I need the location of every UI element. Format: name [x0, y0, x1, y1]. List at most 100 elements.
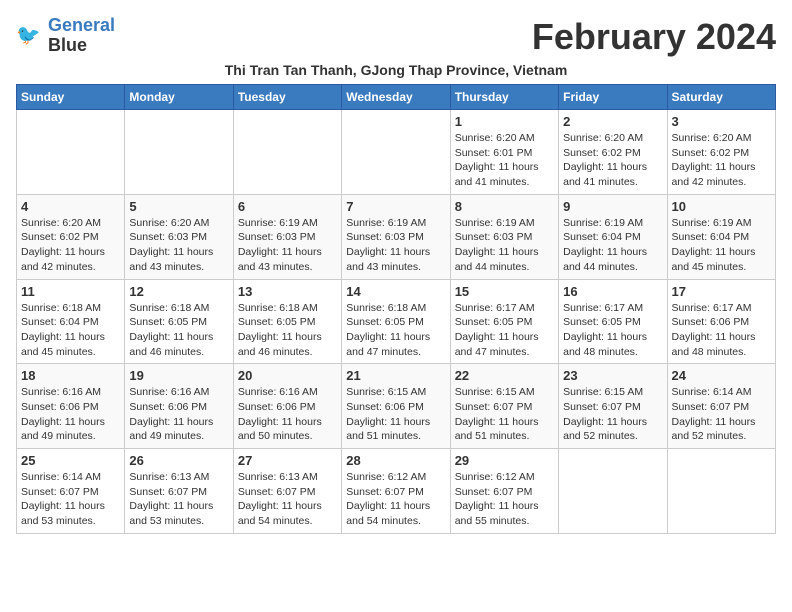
day-number: 27	[238, 453, 337, 468]
day-number: 15	[455, 284, 554, 299]
cell-info: Sunrise: 6:19 AMSunset: 6:04 PMDaylight:…	[672, 216, 771, 275]
day-header-sunday: Sunday	[17, 85, 125, 110]
cell-info: Sunrise: 6:20 AMSunset: 6:03 PMDaylight:…	[129, 216, 228, 275]
cell-info: Sunrise: 6:12 AMSunset: 6:07 PMDaylight:…	[455, 470, 554, 529]
calendar-cell: 17 Sunrise: 6:17 AMSunset: 6:06 PMDayligh…	[667, 279, 775, 364]
cell-info: Sunrise: 6:15 AMSunset: 6:07 PMDaylight:…	[455, 385, 554, 444]
day-number: 11	[21, 284, 120, 299]
cell-info: Sunrise: 6:18 AMSunset: 6:04 PMDaylight:…	[21, 301, 120, 360]
calendar-cell: 22Sunrise: 6:15 AMSunset: 6:07 PMDayligh…	[450, 364, 558, 449]
month-title: February 2024	[532, 16, 776, 58]
calendar-cell	[233, 110, 341, 195]
cell-info: Sunrise: 6:18 AMSunset: 6:05 PMDaylight:…	[238, 301, 337, 360]
day-number: 4	[21, 199, 120, 214]
logo-bird-icon: 🐦	[16, 22, 44, 50]
calendar-cell: 26 Sunrise: 6:13 AMSunset: 6:07 PMDayligh…	[125, 449, 233, 534]
day-header-friday: Friday	[559, 85, 667, 110]
calendar-cell: 25Sunrise: 6:14 AMSunset: 6:07 PMDayligh…	[17, 449, 125, 534]
calendar-cell: 11 Sunrise: 6:18 AMSunset: 6:04 PMDayligh…	[17, 279, 125, 364]
calendar-cell: 23 Sunrise: 6:15 AMSunset: 6:07 PMDayligh…	[559, 364, 667, 449]
cell-info: Sunrise: 6:15 AMSunset: 6:07 PMDaylight:…	[563, 385, 662, 444]
logo: 🐦 General Blue	[16, 16, 115, 56]
calendar-cell: 10 Sunrise: 6:19 AMSunset: 6:04 PMDayligh…	[667, 194, 775, 279]
calendar-cell: 4 Sunrise: 6:20 AMSunset: 6:02 PMDaylight…	[17, 194, 125, 279]
day-number: 17	[672, 284, 771, 299]
day-number: 29	[455, 453, 554, 468]
cell-info: Sunrise: 6:14 AMSunset: 6:07 PMDaylight:…	[672, 385, 771, 444]
calendar-cell: 7 Sunrise: 6:19 AMSunset: 6:03 PMDaylight…	[342, 194, 450, 279]
day-header-saturday: Saturday	[667, 85, 775, 110]
cell-info: Sunrise: 6:20 AMSunset: 6:02 PMDaylight:…	[672, 131, 771, 190]
calendar-cell: 12 Sunrise: 6:18 AMSunset: 6:05 PMDayligh…	[125, 279, 233, 364]
day-number: 10	[672, 199, 771, 214]
cell-info: Sunrise: 6:15 AMSunset: 6:06 PMDaylight:…	[346, 385, 445, 444]
cell-info: Sunrise: 6:19 AMSunset: 6:03 PMDaylight:…	[238, 216, 337, 275]
calendar-cell: 5 Sunrise: 6:20 AMSunset: 6:03 PMDaylight…	[125, 194, 233, 279]
cell-info: Sunrise: 6:17 AMSunset: 6:05 PMDaylight:…	[563, 301, 662, 360]
cell-info: Sunrise: 6:13 AMSunset: 6:07 PMDaylight:…	[129, 470, 228, 529]
day-number: 1	[455, 114, 554, 129]
calendar-cell: 3 Sunrise: 6:20 AMSunset: 6:02 PMDaylight…	[667, 110, 775, 195]
day-number: 3	[672, 114, 771, 129]
header-row: SundayMondayTuesdayWednesdayThursdayFrid…	[17, 85, 776, 110]
day-header-thursday: Thursday	[450, 85, 558, 110]
day-number: 13	[238, 284, 337, 299]
day-number: 21	[346, 368, 445, 383]
cell-info: Sunrise: 6:12 AMSunset: 6:07 PMDaylight:…	[346, 470, 445, 529]
day-number: 16	[563, 284, 662, 299]
calendar-cell: 19 Sunrise: 6:16 AMSunset: 6:06 PMDayligh…	[125, 364, 233, 449]
svg-text:🐦: 🐦	[16, 24, 40, 46]
day-number: 14	[346, 284, 445, 299]
day-number: 28	[346, 453, 445, 468]
cell-info: Sunrise: 6:16 AMSunset: 6:06 PMDaylight:…	[21, 385, 120, 444]
calendar-cell: 8Sunrise: 6:19 AMSunset: 6:03 PMDaylight…	[450, 194, 558, 279]
week-row-4: 25Sunrise: 6:14 AMSunset: 6:07 PMDayligh…	[17, 449, 776, 534]
day-number: 5	[129, 199, 228, 214]
calendar-cell: 14 Sunrise: 6:18 AMSunset: 6:05 PMDayligh…	[342, 279, 450, 364]
day-number: 6	[238, 199, 337, 214]
calendar-cell: 1 Sunrise: 6:20 AMSunset: 6:01 PMDaylight…	[450, 110, 558, 195]
cell-info: Sunrise: 6:20 AMSunset: 6:02 PMDaylight:…	[21, 216, 120, 275]
logo-text: General Blue	[48, 16, 115, 56]
day-number: 2	[563, 114, 662, 129]
calendar-cell: 29 Sunrise: 6:12 AMSunset: 6:07 PMDayligh…	[450, 449, 558, 534]
calendar-cell: 9Sunrise: 6:19 AMSunset: 6:04 PMDaylight…	[559, 194, 667, 279]
calendar-cell: 27Sunrise: 6:13 AMSunset: 6:07 PMDayligh…	[233, 449, 341, 534]
cell-info: Sunrise: 6:18 AMSunset: 6:05 PMDaylight:…	[129, 301, 228, 360]
day-number: 20	[238, 368, 337, 383]
cell-info: Sunrise: 6:20 AMSunset: 6:02 PMDaylight:…	[563, 131, 662, 190]
day-number: 23	[563, 368, 662, 383]
day-header-monday: Monday	[125, 85, 233, 110]
calendar-cell: 13 Sunrise: 6:18 AMSunset: 6:05 PMDayligh…	[233, 279, 341, 364]
calendar-cell: 21 Sunrise: 6:15 AMSunset: 6:06 PMDayligh…	[342, 364, 450, 449]
week-row-1: 4 Sunrise: 6:20 AMSunset: 6:02 PMDaylight…	[17, 194, 776, 279]
week-row-3: 18Sunrise: 6:16 AMSunset: 6:06 PMDayligh…	[17, 364, 776, 449]
day-number: 12	[129, 284, 228, 299]
cell-info: Sunrise: 6:20 AMSunset: 6:01 PMDaylight:…	[455, 131, 554, 190]
week-row-0: 1 Sunrise: 6:20 AMSunset: 6:01 PMDaylight…	[17, 110, 776, 195]
day-number: 26	[129, 453, 228, 468]
cell-info: Sunrise: 6:19 AMSunset: 6:03 PMDaylight:…	[455, 216, 554, 275]
calendar-cell: 20Sunrise: 6:16 AMSunset: 6:06 PMDayligh…	[233, 364, 341, 449]
calendar-table: SundayMondayTuesdayWednesdayThursdayFrid…	[16, 84, 776, 534]
cell-info: Sunrise: 6:19 AMSunset: 6:03 PMDaylight:…	[346, 216, 445, 275]
week-row-2: 11 Sunrise: 6:18 AMSunset: 6:04 PMDayligh…	[17, 279, 776, 364]
calendar-cell: 6 Sunrise: 6:19 AMSunset: 6:03 PMDaylight…	[233, 194, 341, 279]
calendar-cell	[125, 110, 233, 195]
calendar-cell	[342, 110, 450, 195]
cell-info: Sunrise: 6:18 AMSunset: 6:05 PMDaylight:…	[346, 301, 445, 360]
calendar-cell: 18Sunrise: 6:16 AMSunset: 6:06 PMDayligh…	[17, 364, 125, 449]
calendar-cell	[667, 449, 775, 534]
day-number: 7	[346, 199, 445, 214]
cell-info: Sunrise: 6:17 AMSunset: 6:05 PMDaylight:…	[455, 301, 554, 360]
calendar-cell: 28 Sunrise: 6:12 AMSunset: 6:07 PMDayligh…	[342, 449, 450, 534]
calendar-cell	[17, 110, 125, 195]
calendar-cell: 16 Sunrise: 6:17 AMSunset: 6:05 PMDayligh…	[559, 279, 667, 364]
header: 🐦 General Blue February 2024	[16, 16, 776, 58]
cell-info: Sunrise: 6:17 AMSunset: 6:06 PMDaylight:…	[672, 301, 771, 360]
cell-info: Sunrise: 6:19 AMSunset: 6:04 PMDaylight:…	[563, 216, 662, 275]
cell-info: Sunrise: 6:16 AMSunset: 6:06 PMDaylight:…	[129, 385, 228, 444]
day-number: 19	[129, 368, 228, 383]
calendar-cell	[559, 449, 667, 534]
day-header-tuesday: Tuesday	[233, 85, 341, 110]
